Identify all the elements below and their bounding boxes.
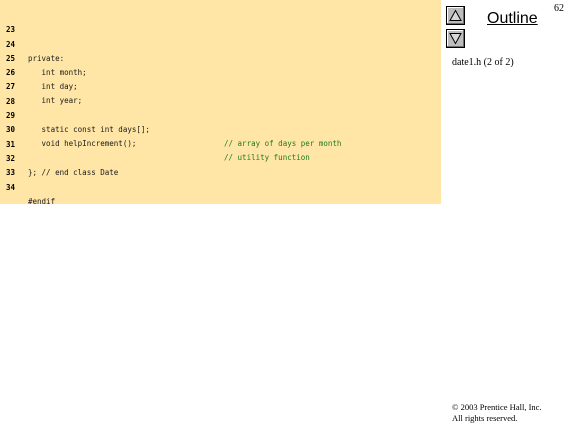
code-text: #endif (28, 197, 56, 206)
code-line: 32 }; // end class Date (0, 138, 441, 177)
next-slide-button[interactable] (446, 29, 465, 48)
code-line: 30 void helpIncrement(); // utility func… (0, 109, 441, 162)
code-line: 27 int year; (0, 66, 441, 105)
code-listing-panel: 23 24 private: 25 int month; 26 int day;… (0, 0, 441, 206)
code-line: 31 (0, 124, 441, 149)
copyright-notice: © 2003 Prentice Hall, Inc. All rights re… (452, 402, 542, 424)
triangle-down-icon (449, 33, 462, 45)
copyright-line: © 2003 Prentice Hall, Inc. (452, 402, 542, 412)
file-caption: date1.h (2 of 2) (452, 57, 514, 68)
code-line: 23 (0, 9, 441, 34)
previous-slide-button[interactable] (446, 6, 465, 25)
page-number: 62 (554, 3, 564, 14)
code-line: 29 static const int days[]; // array of … (0, 95, 441, 148)
line-number: 34 (6, 183, 16, 192)
triangle-up-icon (449, 9, 462, 21)
code-line: 28 (0, 81, 441, 106)
code-line: 33 (0, 152, 441, 177)
code-line: 25 int month; (0, 38, 441, 77)
code-line: 34 #endif (0, 167, 441, 206)
code-line: 26 int day; (0, 52, 441, 91)
outline-link[interactable]: Outline (487, 10, 538, 28)
rights-line: All rights reserved. (452, 413, 518, 423)
code-line: 24 private: (0, 24, 441, 63)
